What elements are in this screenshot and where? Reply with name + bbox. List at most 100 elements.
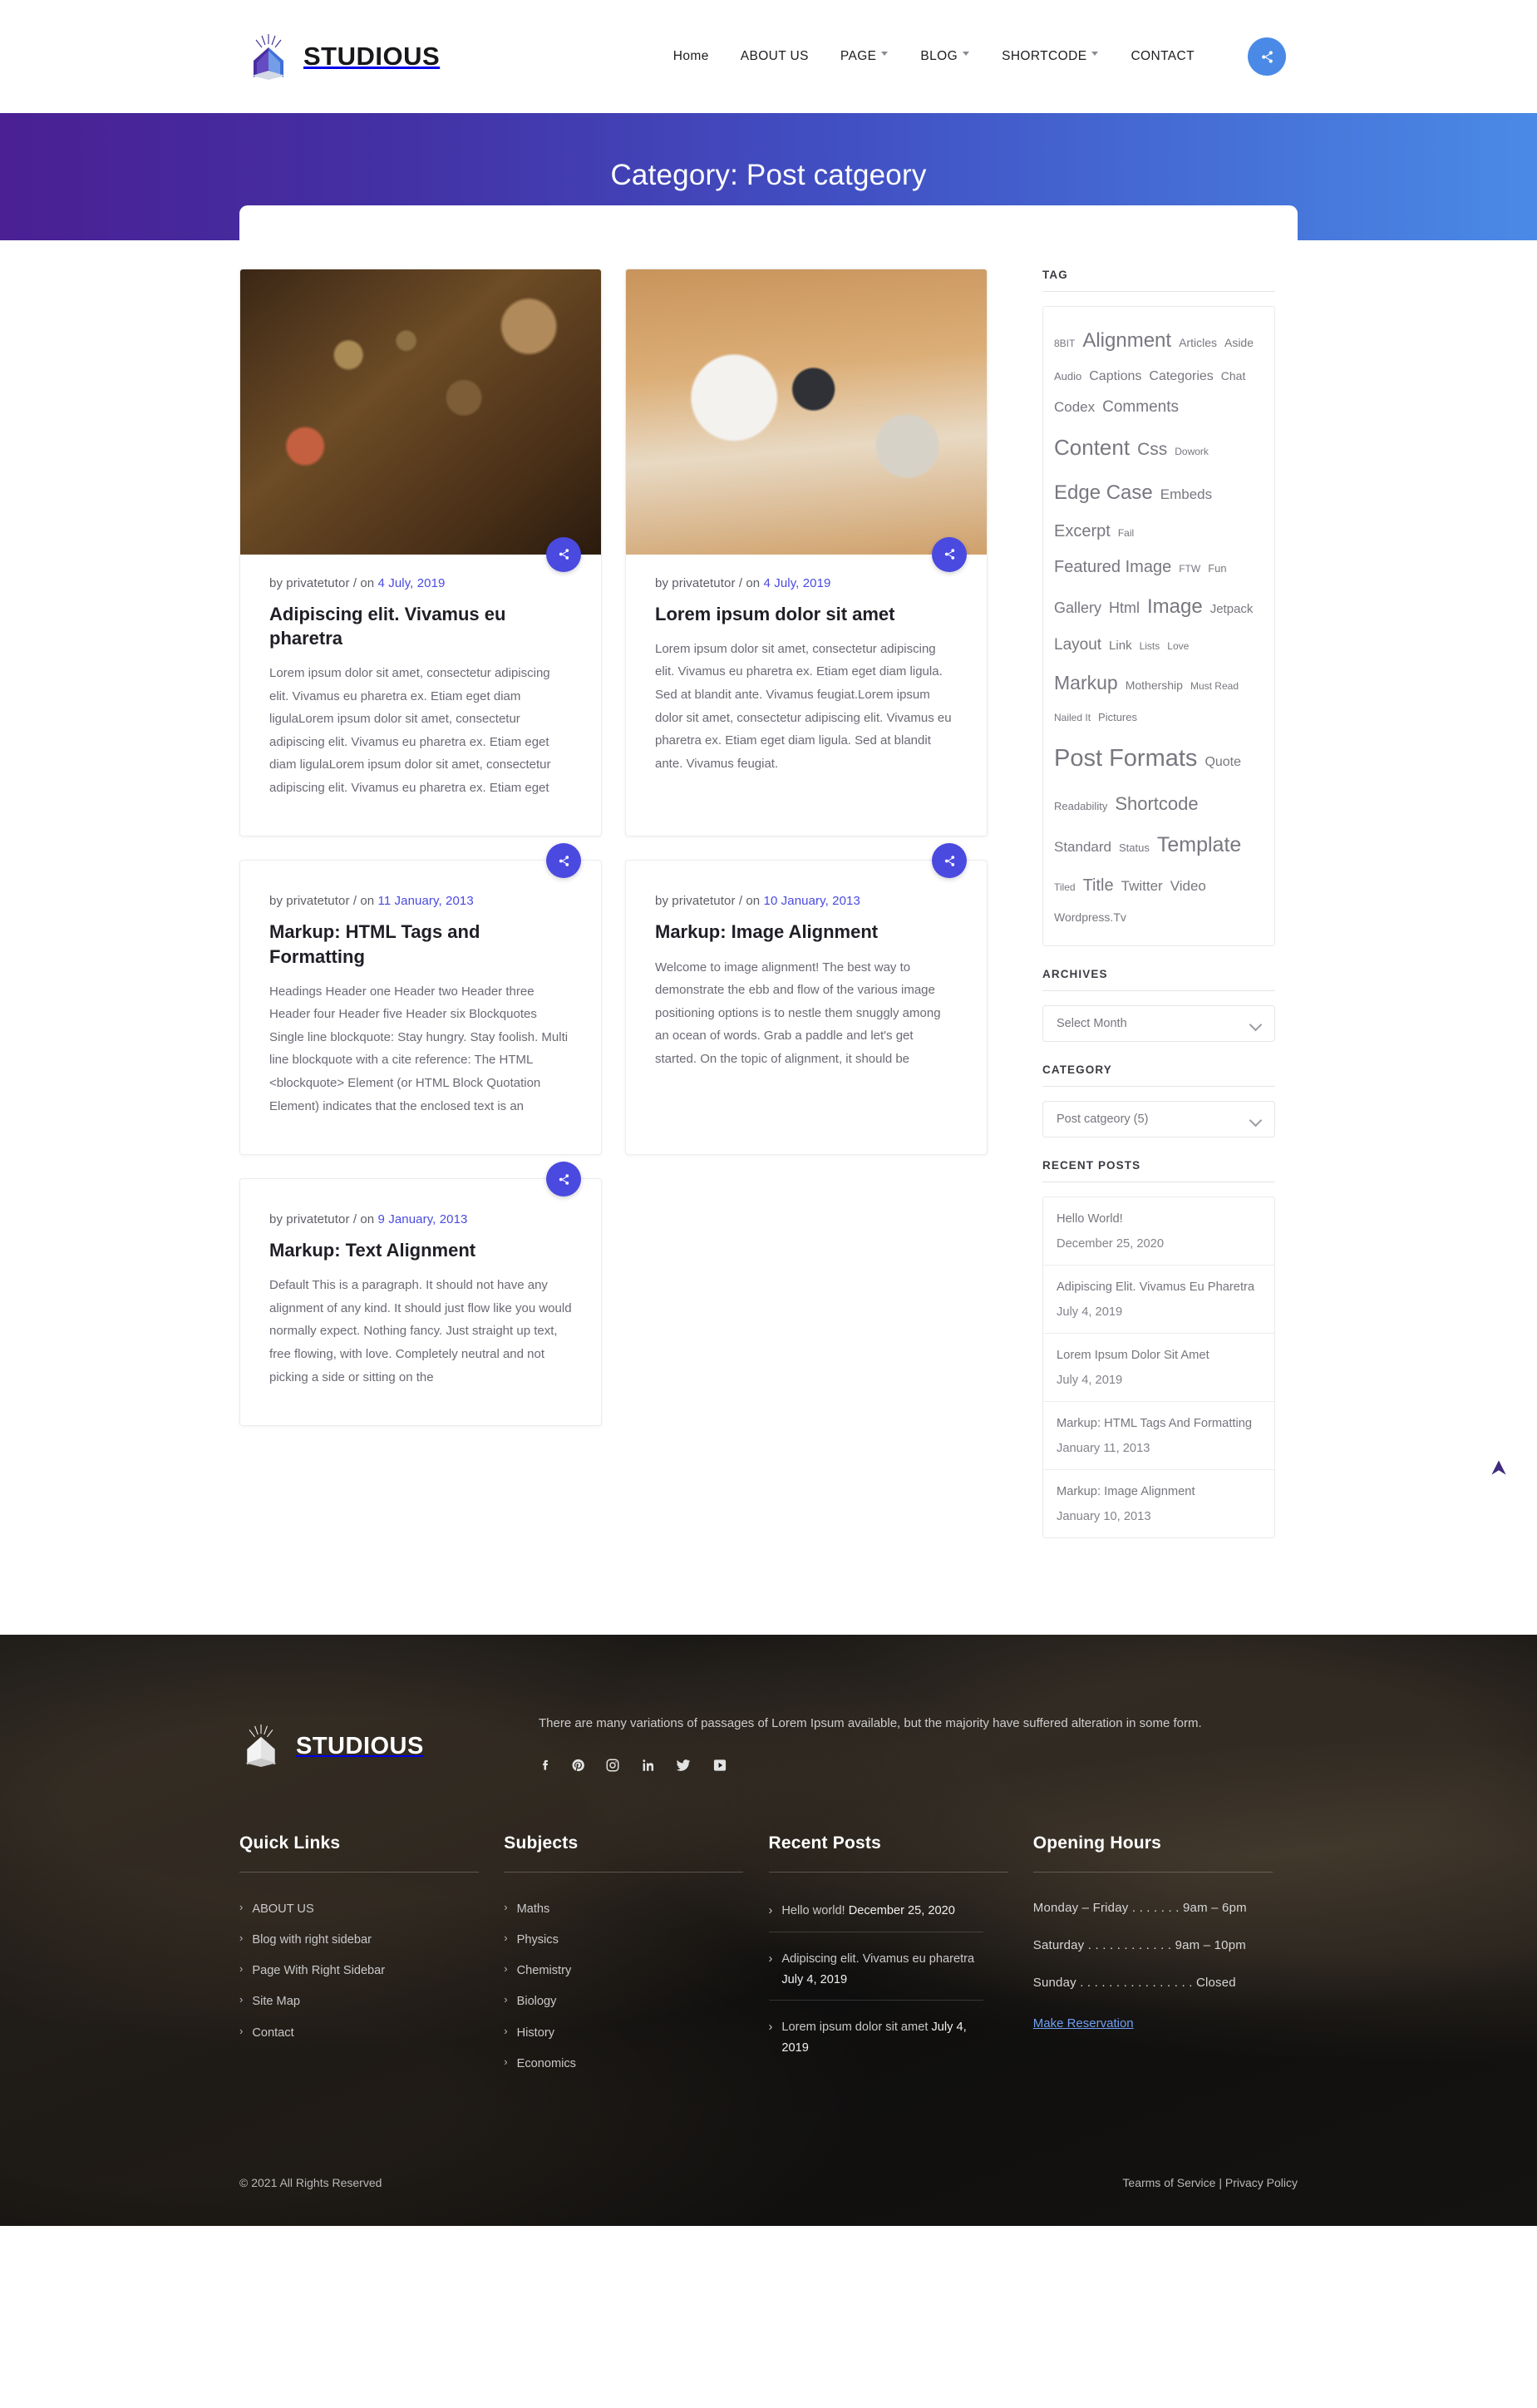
tag-link[interactable]: Jetpack <box>1210 596 1254 623</box>
tag-link[interactable]: Gallery <box>1054 592 1101 624</box>
post-thumbnail-image[interactable] <box>240 269 601 555</box>
nav-item-blog[interactable]: BLOG <box>920 49 970 64</box>
header-share-button[interactable] <box>1248 37 1286 76</box>
footer-link[interactable]: › Economics <box>504 2055 718 2073</box>
footer-link[interactable]: › Maths <box>504 1901 718 1918</box>
tag-link[interactable]: Shortcode <box>1115 784 1198 823</box>
footer-link[interactable]: › Physics <box>504 1932 718 1949</box>
tag-link[interactable]: Captions <box>1089 363 1141 391</box>
tag-link[interactable]: Tiled <box>1054 877 1076 899</box>
tag-link[interactable]: Aside <box>1224 330 1254 355</box>
post-share-button[interactable] <box>932 536 967 572</box>
tag-link[interactable]: Css <box>1137 431 1167 468</box>
tag-link[interactable]: 8BIT <box>1054 333 1075 355</box>
footer-link[interactable]: › History <box>504 2025 718 2042</box>
footer-link[interactable]: › Chemistry <box>504 1962 718 1980</box>
tag-link[interactable]: Embeds <box>1160 480 1212 511</box>
tag-link[interactable]: Standard <box>1054 832 1111 863</box>
post-card[interactable]: by privatetutor / on 10 January, 2013 Ma… <box>625 843 988 1156</box>
tag-link[interactable]: Chat <box>1221 363 1246 388</box>
post-thumbnail-image[interactable] <box>626 269 987 555</box>
tag-link[interactable]: Video <box>1170 871 1206 902</box>
tag-link[interactable]: Featured Image <box>1054 550 1171 585</box>
footer-link[interactable]: › Biology <box>504 1993 718 2011</box>
tag-link[interactable]: Readability <box>1054 795 1107 818</box>
post-share-button[interactable] <box>546 843 581 879</box>
site-logo[interactable]: STUDIOUS <box>245 32 440 81</box>
post-title[interactable]: Markup: Text Alignment <box>269 1238 572 1262</box>
scroll-to-top-button[interactable] <box>1488 1457 1510 1478</box>
category-select[interactable]: Post catgeory (5) <box>1042 1101 1275 1138</box>
tag-link[interactable]: FTW <box>1179 559 1200 580</box>
post-card[interactable]: by privatetutor / on 9 January, 2013 Mar… <box>239 1162 602 1427</box>
tag-link[interactable]: Alignment <box>1082 319 1171 363</box>
tag-link[interactable]: Wordpress.Tv <box>1054 905 1126 930</box>
post-share-button[interactable] <box>546 536 581 572</box>
tag-link[interactable]: Image <box>1147 585 1203 629</box>
tag-link[interactable]: Layout <box>1054 629 1101 663</box>
tag-link[interactable]: Must Read <box>1190 676 1239 698</box>
list-item[interactable]: Markup: HTML Tags And Formatting January… <box>1043 1402 1274 1470</box>
post-card[interactable]: by privatetutor / on 4 July, 2019 Lorem … <box>625 269 988 837</box>
legal-links[interactable]: Tearms of Service | Privacy Policy <box>1122 2176 1298 2189</box>
linkedin-icon[interactable] <box>640 1757 655 1774</box>
archives-select[interactable]: Select Month <box>1042 1005 1275 1043</box>
tag-link[interactable]: Twitter <box>1121 871 1163 902</box>
footer-logo[interactable]: STUDIOUS <box>239 1700 489 1771</box>
nav-item-contact[interactable]: CONTACT <box>1131 49 1195 64</box>
post-title[interactable]: Adipiscing elit. Vivamus eu pharetra <box>269 602 572 650</box>
tag-link[interactable]: Fail <box>1118 523 1134 545</box>
tag-link[interactable]: Articles <box>1179 330 1217 355</box>
nav-item-page[interactable]: PAGE <box>840 49 889 64</box>
tag-link[interactable]: Status <box>1119 836 1150 860</box>
list-item[interactable]: Hello World! December 25, 2020 <box>1043 1197 1274 1266</box>
youtube-icon[interactable] <box>712 1757 728 1774</box>
instagram-icon[interactable] <box>605 1757 620 1774</box>
post-title[interactable]: Lorem ipsum dolor sit amet <box>655 602 958 626</box>
tag-link[interactable]: Link <box>1109 633 1132 659</box>
tag-link[interactable]: Markup <box>1054 663 1118 703</box>
list-item[interactable]: Markup: Image Alignment January 10, 2013 <box>1043 1470 1274 1537</box>
tag-link[interactable]: Quote <box>1204 748 1241 777</box>
nav-item-about-us[interactable]: ABOUT US <box>741 49 809 64</box>
make-reservation-link[interactable]: Make Reservation <box>1033 2016 1134 2031</box>
post-card[interactable]: by privatetutor / on 4 July, 2019 Adipis… <box>239 269 602 837</box>
tag-link[interactable]: Fun <box>1208 557 1226 580</box>
tag-link[interactable]: Mothership <box>1126 673 1183 698</box>
tag-link[interactable]: Post Formats <box>1054 733 1197 784</box>
tag-link[interactable]: Audio <box>1054 365 1081 388</box>
list-item[interactable]: Lorem Ipsum Dolor Sit Amet July 4, 2019 <box>1043 1334 1274 1402</box>
tag-link[interactable]: Dowork <box>1175 442 1209 463</box>
tag-link[interactable]: Lists <box>1140 636 1160 658</box>
tag-link[interactable]: Categories <box>1149 363 1213 391</box>
post-card[interactable]: by privatetutor / on 11 January, 2013 Ma… <box>239 843 602 1156</box>
footer-recent-item[interactable]: › Hello world! December 25, 2020 <box>769 1901 983 1922</box>
tag-link[interactable]: Nailed It <box>1054 708 1091 729</box>
tag-link[interactable]: Comments <box>1102 391 1179 425</box>
post-share-button[interactable] <box>546 1162 581 1197</box>
footer-link[interactable]: › Contact <box>239 2025 454 2042</box>
tag-link[interactable]: Love <box>1167 636 1189 658</box>
post-share-button[interactable] <box>932 843 967 879</box>
post-title[interactable]: Markup: HTML Tags and Formatting <box>269 920 572 968</box>
tag-link[interactable]: Excerpt <box>1054 514 1111 550</box>
tag-link[interactable]: Pictures <box>1098 706 1137 729</box>
footer-link[interactable]: › Site Map <box>239 1993 454 2011</box>
post-title[interactable]: Markup: Image Alignment <box>655 920 958 944</box>
list-item[interactable]: Adipiscing Elit. Vivamus Eu Pharetra Jul… <box>1043 1266 1274 1335</box>
footer-link[interactable]: › Blog with right sidebar <box>239 1932 454 1949</box>
tag-link[interactable]: Content <box>1054 425 1130 471</box>
footer-recent-item[interactable]: › Adipiscing elit. Vivamus eu pharetra J… <box>769 1949 983 1991</box>
nav-item-shortcode[interactable]: SHORTCODE <box>1002 49 1099 64</box>
tag-link[interactable]: Html <box>1109 592 1140 624</box>
footer-link[interactable]: › ABOUT US <box>239 1901 454 1918</box>
tag-link[interactable]: Template <box>1157 823 1241 868</box>
pinterest-icon[interactable] <box>571 1757 585 1774</box>
tag-link[interactable]: Title <box>1083 868 1114 904</box>
footer-link[interactable]: › Page With Right Sidebar <box>239 1962 454 1980</box>
facebook-icon[interactable] <box>539 1757 551 1774</box>
nav-item-home[interactable]: Home <box>673 49 709 64</box>
tag-link[interactable]: Codex <box>1054 392 1095 423</box>
tag-link[interactable]: Edge Case <box>1054 471 1153 515</box>
footer-recent-item[interactable]: › Lorem ipsum dolor sit amet July 4, 201… <box>769 2017 983 2059</box>
